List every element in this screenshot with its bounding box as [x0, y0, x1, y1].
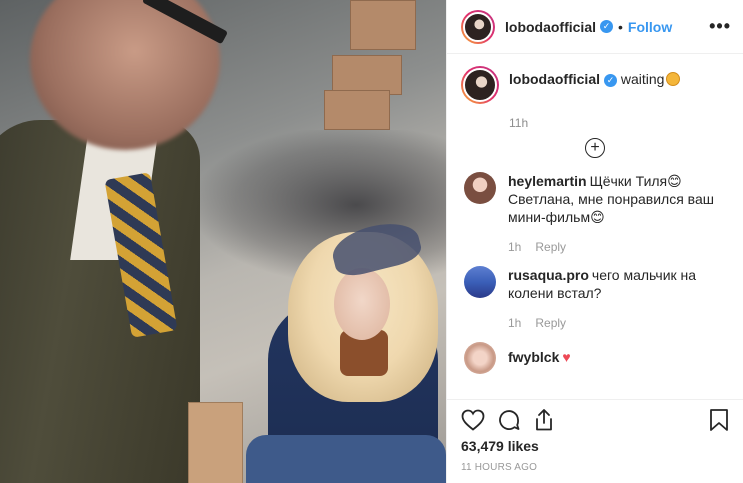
- commenter-avatar[interactable]: [464, 266, 496, 298]
- front-box: [188, 402, 243, 483]
- action-icons: [461, 400, 729, 436]
- share-icon[interactable]: [533, 408, 555, 432]
- comment-body: rusaqua.pro чего мальчик на колени встал?…: [508, 266, 729, 332]
- woman-face: [334, 268, 390, 340]
- cardboard-box: [332, 55, 402, 95]
- avatar-image: [463, 68, 497, 102]
- comments-section: lobodaofficial ✓ waiting 11h + heylemarti…: [447, 54, 743, 399]
- verified-badge-icon: ✓: [604, 73, 617, 87]
- instagram-post: lobodaofficial ✓ • Follow ••• lobodaoffi…: [0, 0, 743, 483]
- plus-circle-icon[interactable]: +: [585, 138, 605, 158]
- cardboard-box: [324, 90, 390, 130]
- comment-body: fwyblck ♥: [508, 342, 729, 366]
- post-header: lobodaofficial ✓ • Follow •••: [447, 0, 743, 54]
- like-count[interactable]: 63,479 likes: [461, 438, 729, 454]
- comment-time[interactable]: 1h: [508, 316, 521, 330]
- red-heart-emoji-icon: ♥: [562, 349, 571, 365]
- header-username[interactable]: lobodaofficial: [505, 19, 596, 35]
- reply-button[interactable]: Reply: [535, 240, 566, 254]
- avatar-image: [463, 11, 493, 42]
- post-photo[interactable]: [0, 0, 446, 483]
- cardboard-box: [350, 0, 416, 50]
- bookmark-icon[interactable]: [709, 408, 729, 432]
- caption: lobodaofficial ✓ waiting: [461, 66, 729, 104]
- caption-time[interactable]: 11h: [509, 116, 729, 130]
- comment-username[interactable]: heylemartin: [508, 173, 587, 189]
- comment-item: rusaqua.pro чего мальчик на колени встал?…: [461, 266, 729, 332]
- post-timestamp[interactable]: 11 HOURS AGO: [461, 462, 729, 473]
- comment-icon[interactable]: [497, 408, 521, 432]
- commenter-avatar[interactable]: [464, 342, 496, 374]
- comment-username[interactable]: rusaqua.pro: [508, 267, 589, 283]
- post-sidebar: lobodaofficial ✓ • Follow ••• lobodaoffi…: [446, 0, 743, 483]
- heart-icon[interactable]: [461, 409, 485, 431]
- profile-avatar[interactable]: [461, 9, 495, 44]
- comment-meta: 1h Reply: [508, 314, 729, 332]
- caption-avatar[interactable]: [461, 66, 499, 104]
- load-more-comments[interactable]: +: [461, 138, 729, 158]
- jeans: [246, 435, 446, 483]
- commenter-avatar[interactable]: [464, 172, 496, 204]
- reply-button[interactable]: Reply: [535, 316, 566, 330]
- caption-username[interactable]: lobodaofficial: [509, 71, 600, 87]
- more-options-icon[interactable]: •••: [709, 16, 731, 37]
- caption-body: lobodaofficial ✓ waiting: [509, 70, 681, 88]
- comment-time[interactable]: 1h: [508, 240, 521, 254]
- follow-button[interactable]: Follow: [628, 19, 672, 35]
- separator-dot: •: [618, 18, 623, 35]
- comment-item: fwyblck ♥: [461, 342, 729, 374]
- hushed-face-emoji-icon: [666, 72, 681, 86]
- comment-meta: 1h Reply: [508, 238, 729, 256]
- comment-body: heylemartin Щёчки Тиля😊 Светлана, мне пон…: [508, 172, 729, 256]
- comment-username[interactable]: fwyblck: [508, 349, 559, 365]
- verified-badge-icon: ✓: [600, 20, 613, 33]
- comment-item: heylemartin Щёчки Тиля😊 Светлана, мне пон…: [461, 172, 729, 256]
- actions-bar: 63,479 likes 11 HOURS AGO: [447, 399, 743, 483]
- caption-text: waiting: [620, 71, 665, 87]
